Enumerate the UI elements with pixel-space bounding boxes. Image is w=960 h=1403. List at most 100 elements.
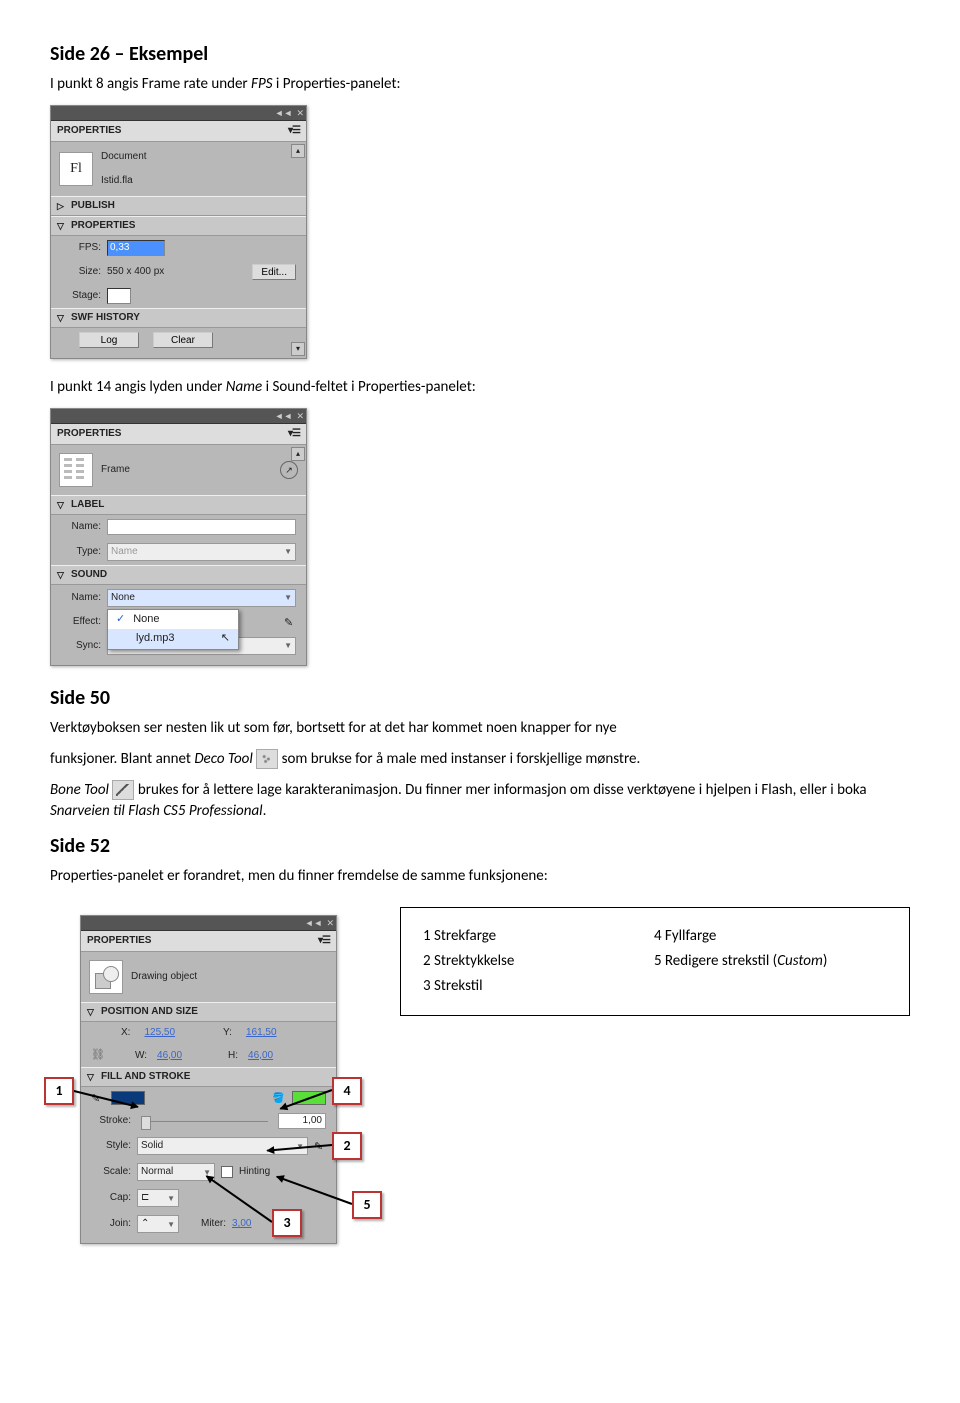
section-label: PROPERTIES bbox=[71, 219, 135, 233]
text: i Sound-feltet i Properties-panelet: bbox=[262, 378, 476, 396]
section-label: POSITION AND SIZE bbox=[101, 1005, 198, 1019]
section-label: PUBLISH bbox=[71, 199, 115, 213]
heading-side-26: Side 26 – Eksempel bbox=[50, 40, 910, 68]
para-toolbox-3: Bone Tool brukes for å lettere lage kara… bbox=[50, 780, 910, 822]
cap-label: Cap: bbox=[91, 1191, 131, 1205]
stage-color-swatch[interactable] bbox=[107, 288, 131, 304]
dropdown-value: Normal bbox=[141, 1165, 173, 1179]
chevron-down-icon: ▼ bbox=[167, 1193, 175, 1204]
text: funksjoner. Blant annet bbox=[50, 750, 194, 768]
label-name-input[interactable] bbox=[107, 519, 296, 535]
sound-name-dropdown[interactable]: None ▼ bbox=[107, 589, 296, 607]
section-label: SWF HISTORY bbox=[71, 311, 140, 325]
panel-title: PROPERTIES bbox=[57, 427, 121, 441]
option-label: None bbox=[133, 612, 159, 627]
fps-label: FPS: bbox=[61, 241, 101, 255]
cap-dropdown[interactable]: ⊏▼ bbox=[137, 1189, 179, 1207]
sync-label: Sync: bbox=[61, 639, 101, 653]
para-toolbox-1: Verktøyboksen ser nesten lik ut som før,… bbox=[50, 718, 910, 739]
legend-item-2: 2 Strektykkelse bbox=[423, 951, 574, 972]
panel-menu-icon[interactable]: ▾☰ bbox=[288, 124, 300, 138]
text-italic-name: Name bbox=[226, 378, 262, 396]
text: . bbox=[263, 802, 267, 820]
stage-label: Stage: bbox=[61, 289, 101, 303]
frame-label: Frame bbox=[101, 463, 272, 477]
stroke-value-input[interactable]: 1,00 bbox=[278, 1113, 326, 1129]
fps-input[interactable]: 0,33 bbox=[107, 240, 165, 256]
collapse-icon: ▽ bbox=[57, 569, 67, 582]
x-value[interactable]: 125,50 bbox=[144, 1026, 175, 1040]
legend-item-4: 4 Fyllfarge bbox=[654, 926, 887, 947]
legend-item-3: 3 Strekstil bbox=[423, 976, 574, 997]
slider-thumb[interactable] bbox=[141, 1116, 151, 1130]
stroke-slider[interactable] bbox=[141, 1121, 268, 1122]
panel3-annotated-wrap: 1 4 2 5 3 ◄◄ ✕ PROPERTIES ▾☰ Drawing obj… bbox=[50, 907, 360, 1262]
legend-item-5: 5 Redigere strekstil (Custom) bbox=[654, 951, 887, 972]
properties-panel-frame: ◄◄ ✕ PROPERTIES ▾☰ ▴ Frame ↗ ▽LABEL Name… bbox=[50, 408, 307, 666]
chevron-down-icon: ▼ bbox=[284, 592, 292, 603]
callout-3: 3 bbox=[272, 1209, 302, 1237]
panel-header: PROPERTIES ▾☰ bbox=[51, 424, 306, 445]
bone-tool-icon bbox=[112, 780, 134, 800]
dropdown-value: None bbox=[111, 591, 135, 605]
lock-aspect-icon[interactable]: ⛓ bbox=[91, 1048, 105, 1063]
scroll-up-icon[interactable]: ▴ bbox=[291, 447, 305, 461]
text-italic-custom: Custom bbox=[777, 952, 823, 970]
properties-panel-drawing: ◄◄ ✕ PROPERTIES ▾☰ Drawing object ▽POSIT… bbox=[80, 915, 337, 1244]
chevron-down-icon: ▼ bbox=[167, 1219, 175, 1230]
clear-button[interactable]: Clear bbox=[153, 332, 213, 348]
panel-menu-icon[interactable]: ▾☰ bbox=[288, 427, 300, 441]
w-label: W: bbox=[135, 1049, 147, 1063]
section-fill-stroke[interactable]: ▽FILL AND STROKE bbox=[81, 1067, 336, 1087]
panel-menu-icon[interactable]: ▾☰ bbox=[318, 934, 330, 948]
close-icon[interactable]: ✕ bbox=[296, 107, 304, 120]
edit-effect-icon[interactable] bbox=[284, 616, 296, 628]
dropdown-option-none[interactable]: ✓ None bbox=[108, 610, 238, 629]
collapse-icon[interactable]: ◄◄ bbox=[275, 107, 293, 120]
deco-tool-icon bbox=[256, 749, 278, 769]
log-button[interactable]: Log bbox=[79, 332, 139, 348]
text: 5 Redigere strekstil ( bbox=[654, 952, 777, 970]
join-dropdown[interactable]: ⌃▼ bbox=[137, 1215, 179, 1233]
check-icon: ✓ bbox=[116, 612, 125, 627]
scroll-up-icon[interactable]: ▴ bbox=[291, 144, 305, 158]
label-type-dropdown[interactable]: Name ▼ bbox=[107, 543, 296, 561]
section-label-hdr[interactable]: ▽LABEL bbox=[51, 495, 306, 515]
properties-panel-document: ◄◄ ✕ PROPERTIES ▾☰ ▴ Fl Document Istid.f… bbox=[50, 105, 307, 359]
scale-label: Scale: bbox=[91, 1165, 131, 1179]
cursor-icon: ↖ bbox=[221, 631, 230, 646]
info-icon[interactable]: ↗ bbox=[280, 461, 298, 479]
section-properties[interactable]: ▽PROPERTIES bbox=[51, 216, 306, 236]
h-value[interactable]: 46,00 bbox=[248, 1049, 273, 1063]
expand-icon: ▷ bbox=[57, 200, 67, 213]
size-value: 550 x 400 px bbox=[107, 265, 164, 279]
panel-title: PROPERTIES bbox=[87, 934, 151, 948]
para-toolbox-2: funksjoner. Blant annet Deco Tool som br… bbox=[50, 749, 910, 770]
collapse-icon[interactable]: ◄◄ bbox=[305, 917, 323, 930]
scroll-down-icon[interactable]: ▾ bbox=[291, 342, 305, 356]
chevron-down-icon: ▼ bbox=[284, 546, 292, 557]
section-swf-history[interactable]: ▽SWF HISTORY bbox=[51, 308, 306, 328]
section-position-size[interactable]: ▽POSITION AND SIZE bbox=[81, 1002, 336, 1022]
legend-box: 1 Strekfarge 4 Fyllfarge 2 Strektykkelse… bbox=[400, 907, 910, 1016]
heading-side-52: Side 52 bbox=[50, 832, 910, 860]
hinting-label: Hinting bbox=[239, 1165, 270, 1179]
section-sound[interactable]: ▽ SOUND bbox=[51, 565, 306, 585]
dropdown-option-lyd[interactable]: lyd.mp3↖ bbox=[108, 629, 238, 648]
style-dropdown[interactable]: Solid▼ bbox=[137, 1137, 308, 1155]
text: i Properties-panelet: bbox=[272, 75, 400, 93]
dropdown-value: Name bbox=[111, 545, 138, 559]
close-icon[interactable]: ✕ bbox=[326, 917, 334, 930]
collapse-icon[interactable]: ◄◄ bbox=[275, 410, 293, 423]
drawing-object-icon bbox=[89, 960, 123, 994]
miter-value[interactable]: 3,00 bbox=[232, 1217, 251, 1231]
collapse-icon: ▽ bbox=[87, 1071, 97, 1084]
close-icon[interactable]: ✕ bbox=[296, 410, 304, 423]
w-value[interactable]: 46,00 bbox=[157, 1049, 182, 1063]
callout-1: 1 bbox=[44, 1077, 74, 1105]
hinting-checkbox[interactable] bbox=[221, 1166, 233, 1178]
section-publish[interactable]: ▷ PUBLISH bbox=[51, 196, 306, 216]
edit-button[interactable]: Edit... bbox=[252, 264, 296, 280]
y-value[interactable]: 161,50 bbox=[246, 1026, 277, 1040]
section-label: SOUND bbox=[71, 568, 107, 582]
